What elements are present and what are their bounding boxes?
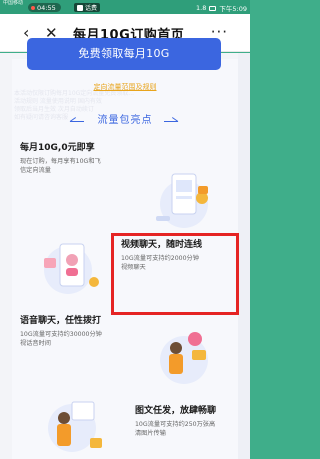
- feature-image-chat: 图文任发，放肆畅聊 10G流量可支持约250万张高 清图片传输: [135, 403, 240, 438]
- status-right: 1.8 下午5:09: [196, 3, 247, 13]
- feature-3-illustration: [160, 332, 208, 384]
- notification-icon: [77, 4, 83, 11]
- claim-button[interactable]: 免费领取每月10G: [27, 38, 221, 70]
- feature-4-illustration: [48, 401, 102, 452]
- feature-voice-chat: 语音聊天，任性拨打 10G流量可支持约30000分钟 视话音时间: [20, 313, 132, 348]
- arrow-right-icon: [164, 114, 178, 122]
- feature-2-illustration: [44, 243, 99, 294]
- battery-icon: [209, 5, 217, 11]
- feature-desc: 10G流量可支持约30000分钟 视话音时间: [20, 331, 102, 347]
- rules-link[interactable]: 定向流量范围及规则: [0, 82, 250, 92]
- feature-title: 图文任发，放肆畅聊: [135, 406, 217, 416]
- network-speed: 1.8: [196, 4, 207, 12]
- status-bar: 中国移动 04:55 话费 1.8 下午5:09: [0, 0, 250, 14]
- feature-title: 语音聊天，任性拨打: [20, 316, 102, 326]
- feature-title: 每月10G,0元即享: [20, 143, 95, 153]
- feature-1-illustration: [156, 173, 208, 228]
- call-timer: 04:55: [37, 3, 56, 12]
- notification-badge: 话费: [74, 3, 101, 12]
- section-title: 流量包亮点: [97, 115, 153, 126]
- clock: 下午5:09: [219, 5, 247, 13]
- feature-monthly-10g: 每月10G,0元即享 现在订购，每月享有10G和飞 信定向流量: [20, 140, 130, 175]
- feature-desc: 现在订购，每月享有10G和飞 信定向流量: [20, 158, 101, 174]
- notification-label: 话费: [85, 5, 98, 12]
- feature-desc: 10G流量可支持约250万张高 清图片传输: [135, 421, 216, 437]
- recording-dot-icon: [31, 5, 35, 10]
- highlight-box: [111, 233, 239, 315]
- section-header: 流量包亮点: [0, 111, 250, 126]
- carrier-label: 中国移动: [3, 0, 24, 6]
- call-timer-pill[interactable]: 04:55: [28, 3, 61, 12]
